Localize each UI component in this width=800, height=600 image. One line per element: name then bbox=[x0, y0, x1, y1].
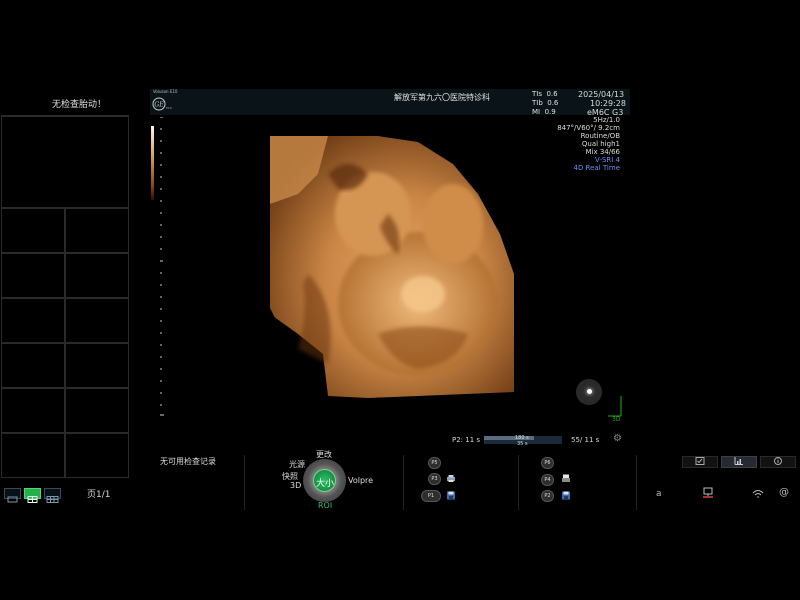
thermal-index-bone: TIb 0.6 bbox=[532, 99, 559, 107]
thermal-index-soft: TIs 0.6 bbox=[532, 90, 558, 98]
mechanical-index: MI 0.9 bbox=[532, 108, 556, 116]
status-message: 无检查胎动！ bbox=[52, 100, 107, 110]
thumbnail-slot[interactable] bbox=[1, 298, 65, 343]
hospital-name: 解放军第九六〇医院特诊科 bbox=[394, 93, 490, 102]
thumbnail-slot[interactable] bbox=[65, 298, 129, 343]
email-icon: @ bbox=[779, 487, 789, 498]
thumbnail-grid bbox=[1, 115, 129, 478]
axis-3d-label: 3D bbox=[612, 416, 621, 423]
thumbnail-slot[interactable] bbox=[1, 116, 129, 208]
save-disk-icon[interactable] bbox=[561, 491, 571, 500]
thumbnail-slot[interactable] bbox=[65, 388, 129, 433]
info-icon bbox=[774, 457, 782, 465]
thumbnail-slot[interactable] bbox=[1, 208, 65, 253]
preset-p2-button[interactable]: P2 bbox=[541, 490, 554, 502]
thumbnail-slot[interactable] bbox=[1, 433, 65, 478]
print-page-icon[interactable] bbox=[561, 474, 571, 483]
knob-center-label: 大小 bbox=[316, 479, 335, 489]
preset-p3-button[interactable]: P3 bbox=[428, 473, 441, 485]
report-button[interactable] bbox=[682, 456, 718, 468]
printer-icon[interactable] bbox=[446, 474, 456, 483]
info-button[interactable] bbox=[760, 456, 796, 468]
preset-p5-button[interactable]: P5 bbox=[428, 457, 441, 469]
knob-top-label[interactable]: 更改 bbox=[316, 449, 332, 460]
keyboard-indicator: a bbox=[656, 489, 662, 499]
exam-time: 10:29:28 bbox=[590, 99, 626, 108]
orientation-dot-icon bbox=[587, 389, 592, 394]
page-indicator: 页1/1 bbox=[87, 490, 111, 500]
svg-text:E10: E10 bbox=[166, 106, 172, 110]
preset-p4-button[interactable]: P4 bbox=[541, 474, 554, 486]
cine-right-label: 55/ 11 s bbox=[571, 436, 600, 444]
param-line: 5Hz/1.0 bbox=[593, 116, 620, 124]
knob-upper-left-label[interactable]: 光源 bbox=[289, 459, 305, 470]
divider bbox=[636, 455, 637, 510]
param-line: 847°/V60°/ 9.2cm bbox=[557, 124, 620, 132]
svg-text:GE: GE bbox=[154, 102, 164, 109]
no-records-text: 无可用检查记录 bbox=[160, 457, 216, 466]
preset-p6-button[interactable]: P6 bbox=[541, 457, 554, 469]
divider bbox=[403, 455, 404, 510]
layout-thumbnails-icon bbox=[46, 496, 59, 503]
layout-grid-button[interactable] bbox=[24, 488, 41, 503]
grayscale-bar bbox=[151, 126, 154, 200]
preset-p1-button[interactable]: P1 bbox=[421, 490, 441, 502]
brand-logo-text: Voluson E10 bbox=[153, 89, 178, 94]
knob-right-label[interactable]: Volpre bbox=[348, 476, 373, 485]
param-line: Qual high1 bbox=[581, 140, 620, 148]
thumbnail-slot[interactable] bbox=[1, 343, 65, 388]
checklist-icon bbox=[695, 457, 705, 465]
layout-single-icon bbox=[7, 496, 18, 503]
knob-lower-left-label[interactable]: 3D bbox=[290, 481, 301, 490]
thumbnail-slot[interactable] bbox=[1, 388, 65, 433]
ultrasound-3d-render bbox=[268, 136, 514, 400]
exam-date: 2025/04/13 bbox=[578, 90, 625, 99]
save-disk-icon[interactable] bbox=[446, 491, 456, 500]
measure-chart-button[interactable] bbox=[721, 456, 757, 468]
wifi-icon bbox=[752, 489, 764, 500]
cine-bar-text: 35 s bbox=[517, 441, 528, 447]
ge-logo-icon: GE E10 bbox=[152, 96, 174, 115]
param-line: V-SRI 4 bbox=[595, 156, 620, 164]
gear-icon[interactable]: ⚙ bbox=[613, 433, 622, 444]
param-line: 4D Real Time bbox=[573, 164, 620, 172]
param-line: Mix 34/66 bbox=[585, 148, 620, 156]
layout-thumbnails-button[interactable] bbox=[44, 488, 61, 503]
thumbnail-slot[interactable] bbox=[65, 253, 129, 298]
depth-scale bbox=[160, 117, 164, 416]
cine-left-label: P2: 11 s bbox=[452, 436, 481, 444]
thumbnail-slot[interactable] bbox=[1, 253, 65, 298]
knob-bottom-label[interactable]: ROI bbox=[318, 501, 332, 510]
thumbnail-slot[interactable] bbox=[65, 433, 129, 478]
divider bbox=[518, 455, 519, 510]
layout-grid-icon bbox=[27, 496, 38, 503]
bar-chart-icon bbox=[734, 457, 743, 465]
param-line: Routine/OB bbox=[580, 132, 620, 140]
thumbnail-slot[interactable] bbox=[65, 208, 129, 253]
divider bbox=[244, 455, 245, 510]
layout-single-button[interactable] bbox=[4, 488, 21, 503]
thumbnail-slot[interactable] bbox=[65, 343, 129, 388]
network-icon bbox=[703, 487, 713, 498]
